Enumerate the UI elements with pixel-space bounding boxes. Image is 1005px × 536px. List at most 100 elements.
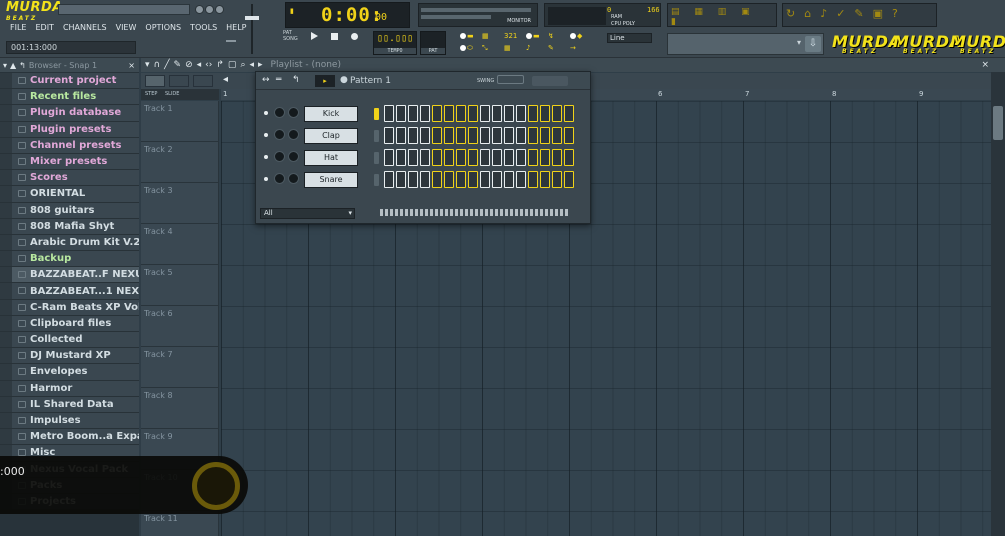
mute-icon[interactable]: ◂ — [197, 60, 202, 70]
play-icon[interactable] — [310, 32, 318, 40]
browser-item[interactable]: Backup — [0, 251, 139, 268]
channel-select-indicator[interactable] — [374, 130, 379, 142]
pat-song-toggle[interactable]: PAT SONG — [283, 30, 298, 42]
step-button[interactable] — [564, 171, 574, 188]
step-button[interactable] — [528, 171, 538, 188]
loop-record-icon[interactable]: ⬭ — [460, 44, 476, 54]
record-icon[interactable] — [350, 32, 358, 40]
swing-slider[interactable] — [497, 75, 524, 84]
track-header[interactable]: Track 6 — [141, 306, 219, 347]
master-volume-slider[interactable] — [243, 4, 261, 54]
channel-name-button[interactable]: Hat — [304, 150, 358, 166]
step-edit-icon[interactable]: ▬ — [526, 32, 542, 42]
channel-select-indicator[interactable] — [374, 108, 379, 120]
song-time-display[interactable]: ▮ 0:00: 00 — [285, 2, 410, 28]
browser-item[interactable]: Harmor — [0, 380, 139, 397]
step-button[interactable] — [492, 171, 502, 188]
step-button[interactable] — [456, 149, 466, 166]
step-button[interactable] — [444, 149, 454, 166]
channel-mute-led[interactable] — [264, 177, 268, 181]
browser-item[interactable]: 808 guitars — [0, 202, 139, 219]
browser-item[interactable]: Collected — [0, 332, 139, 349]
tempo-display[interactable]: ▯▯.▯▯▯ TEMPO — [373, 31, 417, 55]
channel-volume-knob[interactable] — [288, 107, 299, 118]
channel-pan-knob[interactable] — [274, 173, 285, 184]
step-button[interactable] — [516, 127, 526, 144]
step-button[interactable] — [444, 171, 454, 188]
browser-item[interactable]: Scores — [0, 170, 139, 187]
track-header[interactable]: Track 5 — [141, 265, 219, 306]
playback-icon[interactable]: ◂ — [249, 60, 254, 70]
back-icon[interactable]: ↰ — [19, 61, 26, 70]
pattern-selector[interactable]: PAT — [420, 31, 446, 55]
track-header[interactable]: Track 8 — [141, 388, 219, 429]
mixer-icon[interactable]: ▦ — [504, 44, 520, 54]
step-button[interactable] — [432, 105, 442, 122]
channel-mute-led[interactable] — [264, 133, 268, 137]
typing-keyboard-icon[interactable]: ♪ — [526, 44, 542, 54]
scroll-thumb[interactable] — [993, 106, 1003, 140]
scroll-icon[interactable]: ⤡ — [482, 44, 498, 54]
step-button[interactable] — [396, 127, 406, 144]
vertical-scrollbar[interactable] — [991, 72, 1005, 536]
step-button[interactable] — [504, 105, 514, 122]
rack-resize-icon[interactable]: ↔ — [262, 75, 270, 85]
dropdown-arrow-icon[interactable]: ▾ — [797, 38, 801, 47]
step-button[interactable] — [432, 127, 442, 144]
stop-icon[interactable] — [330, 32, 338, 40]
browser-item[interactable]: C-Ram Beats XP Vol. 1 — [0, 299, 139, 316]
step-button[interactable] — [384, 105, 394, 122]
magnet-icon[interactable]: ∩ — [154, 60, 161, 70]
menu-edit[interactable]: EDIT — [35, 23, 53, 32]
channel-name-button[interactable]: Clap — [304, 128, 358, 144]
channel-volume-knob[interactable] — [288, 129, 299, 140]
step-button[interactable] — [492, 105, 502, 122]
channel-pan-knob[interactable] — [274, 129, 285, 140]
channel-name-button[interactable]: Snare — [304, 172, 358, 188]
step-button[interactable] — [492, 149, 502, 166]
step-button[interactable] — [480, 171, 490, 188]
step-button[interactable] — [516, 105, 526, 122]
channel-pan-knob[interactable] — [274, 151, 285, 162]
step-button[interactable] — [552, 127, 562, 144]
browser-item[interactable]: ORIENTAL — [0, 186, 139, 203]
step-button[interactable] — [432, 171, 442, 188]
close-button[interactable] — [215, 5, 224, 14]
step-button[interactable] — [432, 149, 442, 166]
step-button[interactable] — [420, 149, 430, 166]
slice-icon[interactable]: ↱ — [216, 60, 224, 70]
blend-icon[interactable]: ◆ — [570, 32, 586, 42]
step-button[interactable] — [420, 127, 430, 144]
step-button[interactable] — [480, 149, 490, 166]
step-button[interactable] — [552, 105, 562, 122]
channel-volume-knob[interactable] — [288, 173, 299, 184]
step-button[interactable] — [504, 127, 514, 144]
browser-item[interactable]: 808 Mafia Shyt — [0, 218, 139, 235]
pattern-name[interactable]: Pattern 1 — [350, 76, 391, 86]
step-button[interactable] — [396, 105, 406, 122]
step-button[interactable] — [408, 127, 418, 144]
browser-item[interactable]: DJ Mustard XP — [0, 348, 139, 365]
arrow-icon[interactable]: → — [570, 44, 586, 54]
scroll-left-icon[interactable]: ◂ — [223, 74, 228, 85]
step-button[interactable] — [420, 171, 430, 188]
step-button[interactable] — [468, 171, 478, 188]
menu-file[interactable]: FILE — [10, 23, 26, 32]
pattern-icon[interactable]: ● — [340, 75, 348, 85]
playlist-title[interactable]: Playlist - (none) — [271, 60, 341, 70]
track-header[interactable]: Track 11 — [141, 511, 219, 536]
step-button[interactable] — [564, 127, 574, 144]
master-pitch-slider[interactable] — [226, 40, 236, 42]
step-button[interactable] — [384, 149, 394, 166]
browser-item[interactable]: Arabic Drum Kit V.2 — [0, 234, 139, 252]
track-header[interactable]: Track 7 — [141, 347, 219, 388]
step-button[interactable] — [528, 149, 538, 166]
step-button[interactable] — [540, 149, 550, 166]
step-button[interactable] — [384, 171, 394, 188]
browser-item[interactable]: Plugin database — [0, 105, 139, 122]
pattern-tab-button[interactable] — [145, 75, 165, 87]
step-button[interactable] — [384, 127, 394, 144]
step-button[interactable] — [480, 105, 490, 122]
zoom-icon[interactable]: ⌕ — [240, 60, 245, 70]
channel-select-indicator[interactable] — [374, 174, 379, 186]
